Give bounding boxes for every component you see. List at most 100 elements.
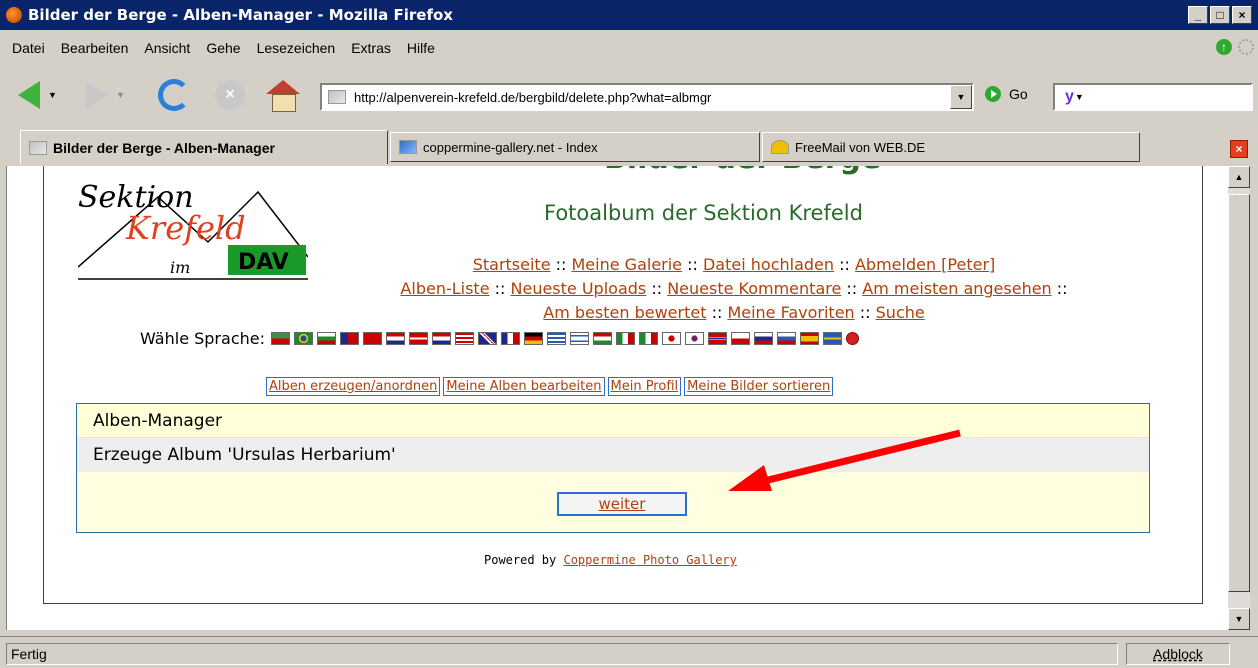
nav-meine-galerie[interactable]: Meine Galerie xyxy=(572,255,683,274)
flag-icon[interactable] xyxy=(408,332,428,345)
menu-extras[interactable]: Extras xyxy=(343,40,399,56)
search-input[interactable]: y ▼ xyxy=(1053,83,1253,111)
nav-alben-liste[interactable]: Alben-Liste xyxy=(400,279,489,298)
scroll-up-button[interactable]: ▲ xyxy=(1228,166,1250,188)
nav-am-meisten-angesehen[interactable]: Am meisten angesehen xyxy=(862,279,1051,298)
flag-icon[interactable] xyxy=(753,332,773,345)
minimize-button[interactable]: _ xyxy=(1188,6,1208,24)
flag-icon[interactable] xyxy=(661,332,681,345)
footer-powered-by: Powered by Coppermine Photo Gallery xyxy=(484,553,737,567)
flag-icon[interactable] xyxy=(477,332,497,345)
logo-krefeld-text: Krefeld xyxy=(125,209,246,247)
powered-by-label: Powered by xyxy=(484,553,557,567)
remove-language-icon[interactable] xyxy=(845,332,859,345)
flag-icon[interactable] xyxy=(293,332,313,345)
tab-webde[interactable]: FreeMail von WEB.DE xyxy=(762,132,1140,162)
window-controls: _ □ × xyxy=(1188,6,1252,24)
menu-ansicht[interactable]: Ansicht xyxy=(136,40,198,56)
flag-icon[interactable] xyxy=(523,332,543,345)
stop-button[interactable]: × xyxy=(215,76,245,114)
maximize-button[interactable]: □ xyxy=(1210,6,1230,24)
nav-abmelden[interactable]: Abmelden [Peter] xyxy=(855,255,995,274)
language-flags xyxy=(270,332,859,345)
nav-suche[interactable]: Suche xyxy=(876,303,925,322)
flag-icon[interactable] xyxy=(454,332,474,345)
forward-arrow-icon xyxy=(86,81,108,109)
url-dropdown-button[interactable]: ▼ xyxy=(950,85,972,109)
tab-label: FreeMail von WEB.DE xyxy=(795,139,926,155)
go-icon xyxy=(985,86,1001,102)
my-profile-link[interactable]: Mein Profil xyxy=(607,377,682,396)
flag-icon[interactable] xyxy=(270,332,290,345)
page-subtitle: Fotoalbum der Sektion Krefeld xyxy=(544,201,863,225)
chevron-down-icon[interactable]: ▼ xyxy=(1075,92,1084,102)
main-navigation: Startseite :: Meine Galerie :: Datei hoc… xyxy=(400,255,1068,322)
go-button[interactable]: Go xyxy=(985,86,1028,102)
flag-icon[interactable] xyxy=(684,332,704,345)
page-viewport: Bilder der Berge Sektion Krefeld im DAV … xyxy=(6,166,1230,630)
create-albums-link[interactable]: Alben erzeugen/anordnen xyxy=(266,377,441,396)
nav-neueste-kommentare[interactable]: Neueste Kommentare xyxy=(667,279,841,298)
flag-icon[interactable] xyxy=(362,332,382,345)
flag-icon[interactable] xyxy=(431,332,451,345)
yahoo-search-icon[interactable]: y xyxy=(1065,88,1074,106)
nav-datei-hochladen[interactable]: Datei hochladen xyxy=(703,255,834,274)
back-button[interactable]: ▼ xyxy=(18,76,57,114)
menu-bearbeiten[interactable]: Bearbeiten xyxy=(53,40,137,56)
flag-icon[interactable] xyxy=(776,332,796,345)
flag-icon[interactable] xyxy=(339,332,359,345)
nav-startseite[interactable]: Startseite xyxy=(473,255,551,274)
flag-icon[interactable] xyxy=(615,332,635,345)
flag-icon[interactable] xyxy=(316,332,336,345)
flag-icon[interactable] xyxy=(822,332,842,345)
scroll-down-button[interactable]: ▼ xyxy=(1228,608,1250,630)
album-manager-panel: Alben-Manager Erzeuge Album 'Ursulas Her… xyxy=(76,403,1150,533)
forward-button[interactable]: ▼ xyxy=(86,76,125,114)
address-bar[interactable]: http://alpenverein-krefeld.de/bergbild/d… xyxy=(320,83,974,111)
logo-im-text: im xyxy=(170,258,190,277)
tab-label: Bilder der Berge - Alben-Manager xyxy=(53,139,275,156)
status-message: Erzeuge Album 'Ursulas Herbarium' xyxy=(77,438,1149,472)
chevron-down-icon[interactable]: ▼ xyxy=(48,90,57,100)
admin-toolbar: Alben erzeugen/anordnen Meine Alben bear… xyxy=(266,377,834,396)
window-title: Bilder der Berge - Alben-Manager - Mozil… xyxy=(28,6,453,24)
continue-button[interactable]: weiter xyxy=(557,492,687,516)
tab-coppermine[interactable]: coppermine-gallery.net - Index xyxy=(390,132,760,162)
nav-am-besten-bewertet[interactable]: Am besten bewertet xyxy=(543,303,706,322)
vertical-scrollbar[interactable]: ▲ ▼ xyxy=(1228,166,1250,630)
flag-icon[interactable] xyxy=(730,332,750,345)
flag-icon[interactable] xyxy=(546,332,566,345)
adblock-button[interactable]: Adblock xyxy=(1126,643,1230,665)
flag-icon[interactable] xyxy=(385,332,405,345)
tab-bar: Bilder der Berge - Alben-Manager copperm… xyxy=(0,130,1258,164)
menu-gehe[interactable]: Gehe xyxy=(198,40,248,56)
menu-hilfe[interactable]: Hilfe xyxy=(399,40,443,56)
nav-neueste-uploads[interactable]: Neueste Uploads xyxy=(511,279,647,298)
coppermine-link[interactable]: Coppermine Photo Gallery xyxy=(563,553,736,567)
flag-icon[interactable] xyxy=(569,332,589,345)
chevron-down-icon[interactable]: ▼ xyxy=(116,90,125,100)
flag-icon[interactable] xyxy=(500,332,520,345)
close-button[interactable]: × xyxy=(1232,6,1252,24)
nav-meine-favoriten[interactable]: Meine Favoriten xyxy=(727,303,854,322)
flag-icon[interactable] xyxy=(592,332,612,345)
update-icon[interactable]: ↑ xyxy=(1216,39,1232,55)
reload-button[interactable] xyxy=(158,76,190,114)
tab-alben-manager[interactable]: Bilder der Berge - Alben-Manager xyxy=(20,130,388,164)
flag-icon[interactable] xyxy=(707,332,727,345)
edit-albums-link[interactable]: Meine Alben bearbeiten xyxy=(443,377,605,396)
throbber-icon xyxy=(1238,39,1254,55)
url-text[interactable]: http://alpenverein-krefeld.de/bergbild/d… xyxy=(354,90,711,105)
flag-icon[interactable] xyxy=(799,332,819,345)
flag-icon[interactable] xyxy=(638,332,658,345)
annotation-arrow xyxy=(728,429,961,491)
home-button[interactable] xyxy=(266,76,300,114)
stop-icon: × xyxy=(215,80,245,110)
panel-header: Alben-Manager xyxy=(77,404,1149,438)
close-tab-icon[interactable]: × xyxy=(1230,140,1248,158)
back-arrow-icon xyxy=(18,81,40,109)
menu-datei[interactable]: Datei xyxy=(4,40,53,56)
scroll-thumb[interactable] xyxy=(1228,194,1250,592)
menu-lesezeichen[interactable]: Lesezeichen xyxy=(249,40,344,56)
sort-pictures-link[interactable]: Meine Bilder sortieren xyxy=(684,377,834,396)
